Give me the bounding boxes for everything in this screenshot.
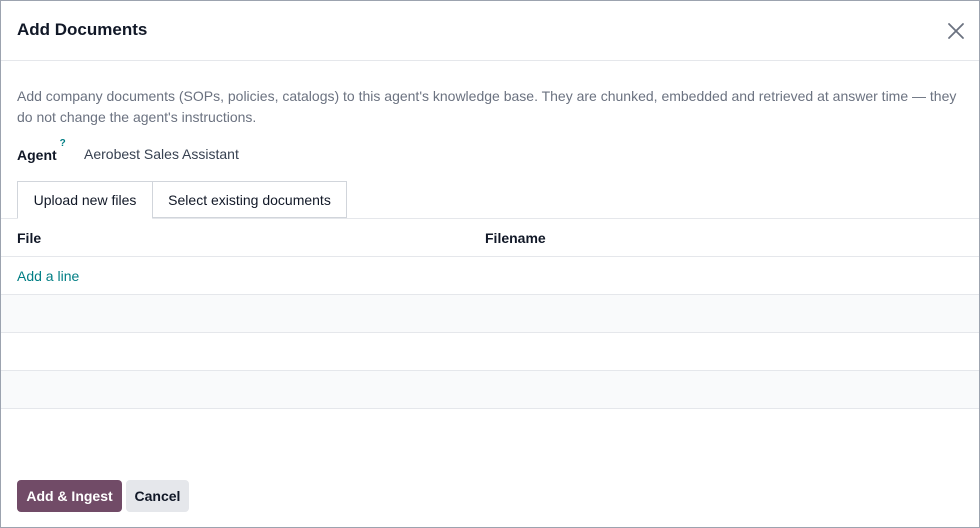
close-icon	[948, 23, 964, 39]
add-a-line-link[interactable]: Add a line	[17, 268, 79, 284]
dialog-title: Add Documents	[17, 20, 148, 39]
agent-field: Agent? Aerobest Sales Assistant	[17, 138, 239, 165]
cancel-button[interactable]: Cancel	[126, 480, 189, 512]
close-button[interactable]	[945, 20, 967, 42]
tab-upload-new-files[interactable]: Upload new files	[17, 181, 153, 219]
help-tooltip-icon[interactable]: ?	[60, 138, 66, 149]
files-table: File Filename Add a line	[1, 218, 979, 409]
agent-value: Aerobest Sales Assistant	[84, 146, 239, 162]
dialog-description: Add company documents (SOPs, policies, c…	[17, 88, 957, 125]
column-header-file: File	[17, 230, 42, 246]
tab-select-existing-documents[interactable]: Select existing documents	[153, 181, 347, 218]
dialog-header: Add Documents	[1, 1, 979, 61]
table-header-row: File Filename	[1, 219, 979, 257]
agent-label: Agent	[17, 147, 57, 164]
add-documents-dialog: Add Documents Add company documents (SOP…	[0, 0, 980, 528]
table-row	[1, 333, 979, 371]
add-and-ingest-button[interactable]: Add & Ingest	[17, 480, 122, 512]
table-row	[1, 295, 979, 333]
add-line-row: Add a line	[1, 257, 979, 295]
table-row	[1, 371, 979, 409]
column-header-filename: Filename	[485, 230, 546, 246]
